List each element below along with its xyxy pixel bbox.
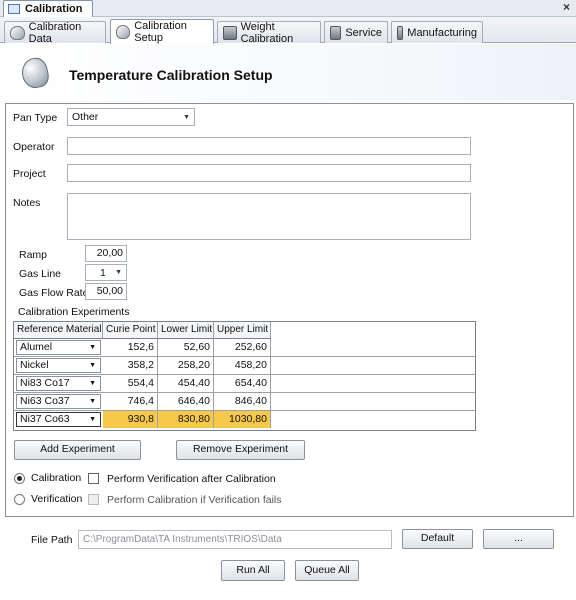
gas-flow-rate-field[interactable]: 50,00 — [85, 283, 127, 300]
tab-manufacturing[interactable]: Manufacturing — [391, 21, 483, 43]
scale-icon — [397, 25, 404, 40]
upper-limit-cell[interactable]: 654,40 — [214, 375, 271, 392]
chevron-down-icon: ▼ — [183, 113, 190, 121]
chevron-down-icon: ▼ — [89, 362, 96, 369]
table-row[interactable]: Ni63 Co37 ▼ 746,4 646,40 846,40 — [14, 393, 475, 411]
table-row[interactable]: Alumel ▼ 152,6 52,60 252,60 — [14, 339, 475, 357]
run-all-button[interactable]: Run All — [221, 560, 285, 581]
material-select[interactable]: Ni63 Co37 ▼ — [16, 394, 101, 409]
page-tab-bar: Calibration Data Calibration Setup Weigh… — [0, 17, 576, 45]
curie-point-cell[interactable]: 930,8 — [103, 411, 158, 428]
tab-label: Calibration Setup — [134, 20, 187, 44]
material-select[interactable]: Ni37 Co63 ▼ — [16, 412, 101, 427]
chevron-down-icon: ▼ — [89, 416, 96, 423]
column-header[interactable]: Upper Limit — [214, 322, 271, 339]
notes-label: Notes — [13, 197, 41, 209]
material-value: Ni37 Co63 — [20, 413, 70, 425]
default-button[interactable]: Default — [402, 529, 473, 549]
material-select[interactable]: Ni83 Co17 ▼ — [16, 376, 101, 391]
material-value: Alumel — [20, 341, 53, 353]
upper-limit-cell[interactable]: 252,60 — [214, 339, 271, 356]
tab-calibration-setup[interactable]: Calibration Setup — [110, 19, 214, 44]
material-value: Nickel — [20, 359, 49, 371]
lower-limit-cell[interactable]: 454,40 — [158, 375, 214, 392]
add-experiment-button[interactable]: Add Experiment — [14, 440, 141, 460]
table-row[interactable]: Nickel ▼ 358,2 258,20 458,20 — [14, 357, 475, 375]
verification-radio-label: Verification — [31, 493, 83, 505]
experiments-grid: Reference Material Curie Point Lower Lim… — [13, 321, 476, 431]
column-header[interactable]: Curie Point — [103, 322, 158, 339]
remove-experiment-button[interactable]: Remove Experiment — [176, 440, 305, 460]
lower-limit-cell[interactable]: 258,20 — [158, 357, 214, 374]
upper-limit-cell[interactable]: 1030,80 — [214, 411, 271, 428]
chevron-down-icon: ▼ — [115, 269, 122, 276]
tab-label: Manufacturing — [407, 26, 477, 39]
page-title: Temperature Calibration Setup — [69, 67, 273, 83]
curie-point-cell[interactable]: 358,2 — [103, 357, 158, 374]
scale-icon — [223, 25, 237, 40]
column-header[interactable]: Lower Limit — [158, 322, 214, 339]
material-select[interactable]: Alumel ▼ — [16, 340, 101, 355]
notes-field[interactable] — [67, 193, 471, 240]
chevron-down-icon: ▼ — [89, 398, 96, 405]
ramp-field[interactable]: 20,00 — [85, 245, 127, 262]
pan-type-select[interactable]: Other ▼ — [67, 108, 195, 126]
pan-icon — [10, 25, 25, 40]
pan-type-value: Other — [72, 111, 99, 123]
ramp-label: Ramp — [19, 249, 48, 261]
gas-line-label: Gas Line — [19, 268, 62, 280]
curie-point-cell[interactable]: 152,6 — [103, 339, 158, 356]
pan-icon — [116, 25, 131, 39]
tab-label: Service — [345, 26, 382, 39]
material-select[interactable]: Nickel ▼ — [16, 358, 101, 373]
column-header[interactable]: Reference Material — [14, 322, 103, 339]
table-row-selected[interactable]: Ni37 Co63 ▼ 930,8 830,80 1030,80 — [14, 411, 475, 429]
gas-flow-rate-label: Gas Flow Rate — [19, 287, 89, 299]
perform-verification-label: Perform Verification after Calibration — [107, 473, 276, 485]
perform-calibration-checkbox[interactable] — [88, 494, 99, 505]
document-tab-label: Calibration — [25, 3, 83, 15]
table-row[interactable]: Ni83 Co17 ▼ 554,4 454,40 654,40 — [14, 375, 475, 393]
perform-verification-checkbox[interactable] — [88, 473, 99, 484]
calibration-radio-label: Calibration — [31, 472, 82, 484]
tab-service[interactable]: Service — [324, 21, 388, 43]
file-path-field[interactable]: C:\ProgramData\TA Instruments\TRIOS\Data — [78, 530, 392, 549]
tab-weight-calibration[interactable]: Weight Calibration — [217, 20, 321, 45]
upper-limit-cell[interactable]: 846,40 — [214, 393, 271, 410]
browse-button[interactable]: ... — [483, 529, 554, 549]
file-path-label: File Path — [31, 534, 73, 546]
project-field[interactable] — [67, 164, 471, 182]
perform-calibration-label: Perform Calibration if Verification fail… — [107, 494, 282, 506]
curie-point-cell[interactable]: 554,4 — [103, 375, 158, 392]
chevron-down-icon: ▼ — [89, 380, 96, 387]
scale-icon — [330, 25, 342, 40]
experiments-label: Calibration Experiments — [18, 306, 130, 318]
upper-limit-cell[interactable]: 458,20 — [214, 357, 271, 374]
material-value: Ni83 Co17 — [20, 377, 70, 389]
tab-label: Calibration Data — [28, 20, 82, 45]
operator-label: Operator — [13, 141, 55, 153]
material-value: Ni63 Co37 — [20, 395, 70, 407]
gas-line-value: 1 — [100, 266, 106, 279]
tab-label: Weight Calibration — [240, 20, 294, 45]
queue-all-button[interactable]: Queue All — [295, 560, 359, 581]
operator-field[interactable] — [67, 137, 471, 155]
gas-line-select[interactable]: 1 ▼ — [85, 264, 127, 281]
document-tab-calibration[interactable]: Calibration — [3, 0, 93, 17]
verification-radio[interactable] — [14, 494, 25, 505]
close-icon[interactable]: × — [563, 0, 570, 14]
lower-limit-cell[interactable]: 52,60 — [158, 339, 214, 356]
pan-type-label: Pan Type — [13, 112, 58, 124]
lower-limit-cell[interactable]: 646,40 — [158, 393, 214, 410]
lower-limit-cell[interactable]: 830,80 — [158, 411, 214, 428]
chevron-down-icon: ▼ — [89, 344, 96, 351]
calibration-radio[interactable] — [14, 473, 25, 484]
window-icon — [8, 4, 20, 14]
curie-point-cell[interactable]: 746,4 — [103, 393, 158, 410]
project-label: Project — [13, 168, 46, 180]
tab-calibration-data[interactable]: Calibration Data — [4, 20, 106, 45]
